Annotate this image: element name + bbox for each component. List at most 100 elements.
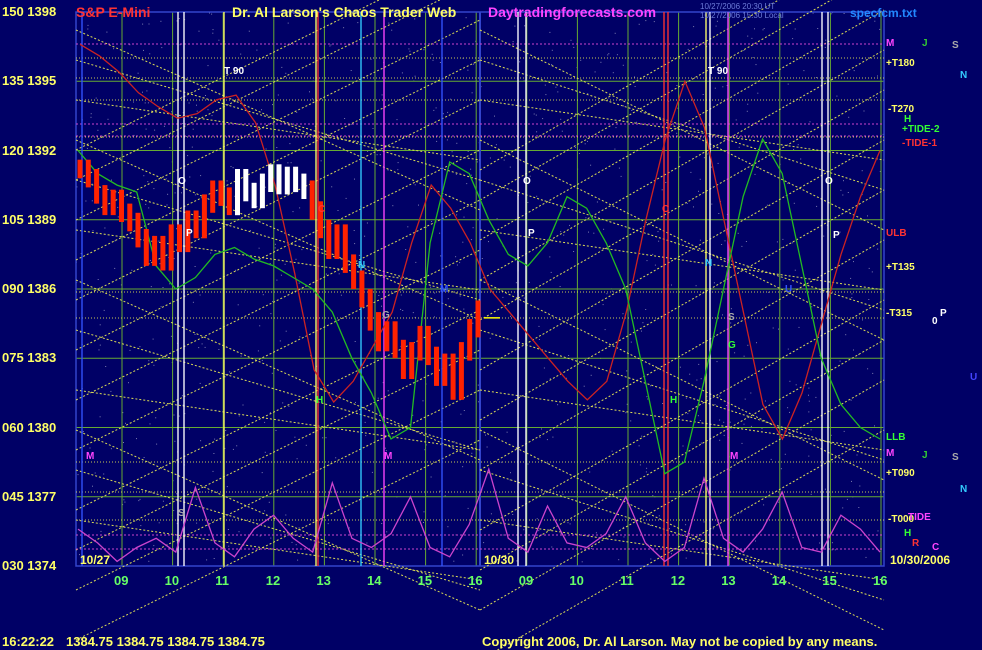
star-dot: [573, 251, 575, 252]
star-dot: [669, 550, 671, 552]
price-bar: [425, 325, 431, 366]
star-dot: [371, 471, 373, 473]
y-tick-label: 135 1395: [2, 73, 57, 89]
star-dot: [834, 549, 836, 551]
star-dot: [714, 87, 716, 89]
star-dot: [174, 440, 176, 442]
star-dot: [787, 407, 789, 409]
star-dot: [117, 206, 119, 208]
star-dot: [787, 182, 789, 184]
star-dot: [459, 262, 461, 264]
star-dot: [355, 401, 356, 403]
star-dot: [668, 528, 670, 530]
star-dot: [270, 313, 272, 315]
star-dot: [831, 542, 833, 544]
x-tick-label: 14: [771, 573, 787, 588]
star-dot: [868, 267, 870, 269]
star-dot: [476, 161, 478, 163]
star-dot: [196, 498, 198, 500]
star-dot: [606, 293, 608, 295]
star-dot: [868, 299, 870, 300]
star-dot: [462, 241, 464, 243]
star-dot: [539, 436, 541, 438]
star-dot: [414, 184, 416, 186]
price-bar: [218, 180, 224, 206]
star-dot: [546, 463, 548, 464]
star-dot: [698, 190, 699, 192]
chart-annotation: P: [833, 230, 840, 241]
star-dot: [439, 490, 441, 492]
star-dot: [743, 50, 745, 51]
star-dot: [603, 228, 605, 230]
instrument-label: S&P E-Mini: [76, 4, 151, 20]
star-dot: [642, 322, 644, 324]
star-dot: [810, 429, 812, 431]
star-dot: [299, 207, 301, 209]
star-dot: [695, 285, 697, 287]
star-dot: [99, 416, 101, 418]
star-dot: [331, 186, 333, 188]
star-dot: [784, 453, 786, 455]
star-dot: [679, 366, 681, 368]
chart-annotation: G: [382, 310, 390, 321]
star-dot: [381, 523, 383, 524]
star-dot: [358, 254, 360, 256]
star-dot: [226, 180, 228, 182]
y-tick-label: 120 1392: [2, 142, 57, 158]
site-link[interactable]: Daytradingforecasts.com: [488, 4, 656, 20]
star-dot: [549, 31, 551, 33]
star-dot: [560, 118, 562, 120]
star-dot: [453, 560, 455, 562]
star-dot: [744, 398, 746, 400]
price-bar: [475, 300, 481, 338]
star-dot: [768, 291, 770, 293]
star-dot: [877, 248, 879, 250]
star-dot: [557, 404, 559, 406]
star-dot: [620, 175, 622, 177]
star-dot: [489, 337, 491, 339]
star-dot: [823, 235, 825, 237]
star-dot: [607, 54, 609, 56]
star-dot: [867, 368, 869, 370]
y-tick-label: 075 1383: [2, 350, 57, 366]
star-dot: [478, 401, 480, 403]
price-bar: [409, 342, 415, 379]
star-dot: [699, 420, 701, 421]
star-dot: [176, 493, 178, 495]
star-dot: [652, 253, 654, 255]
price-bar: [400, 339, 406, 379]
star-dot: [863, 110, 865, 112]
star-dot: [661, 189, 663, 191]
star-dot: [716, 361, 718, 363]
star-dot: [196, 522, 198, 524]
star-dot: [569, 523, 571, 525]
star-dot: [213, 558, 215, 559]
star-dot: [662, 403, 664, 404]
star-dot: [646, 396, 648, 398]
price-bar: [467, 319, 473, 361]
star-dot: [719, 419, 721, 421]
star-dot: [295, 258, 297, 260]
star-dot: [218, 39, 220, 41]
star-dot: [455, 256, 457, 258]
star-dot: [756, 342, 757, 344]
right-label: +T180: [886, 58, 915, 69]
data-file-label: specfcm.txt: [850, 6, 917, 20]
star-dot: [261, 109, 262, 111]
star-dot: [402, 289, 404, 291]
star-dot: [337, 210, 339, 211]
star-dot: [100, 530, 102, 532]
star-dot: [388, 22, 390, 24]
star-dot: [140, 525, 142, 527]
star-dot: [734, 352, 736, 354]
star-dot: [97, 129, 99, 131]
star-dot: [462, 554, 464, 556]
x-tick-label: 15: [417, 573, 433, 588]
star-dot: [156, 443, 158, 445]
star-dot: [486, 446, 488, 448]
price-bar: [342, 224, 348, 273]
star-dot: [703, 157, 705, 159]
star-dot: [264, 186, 266, 188]
chart-annotation: C: [318, 204, 325, 215]
star-dot: [139, 346, 141, 348]
